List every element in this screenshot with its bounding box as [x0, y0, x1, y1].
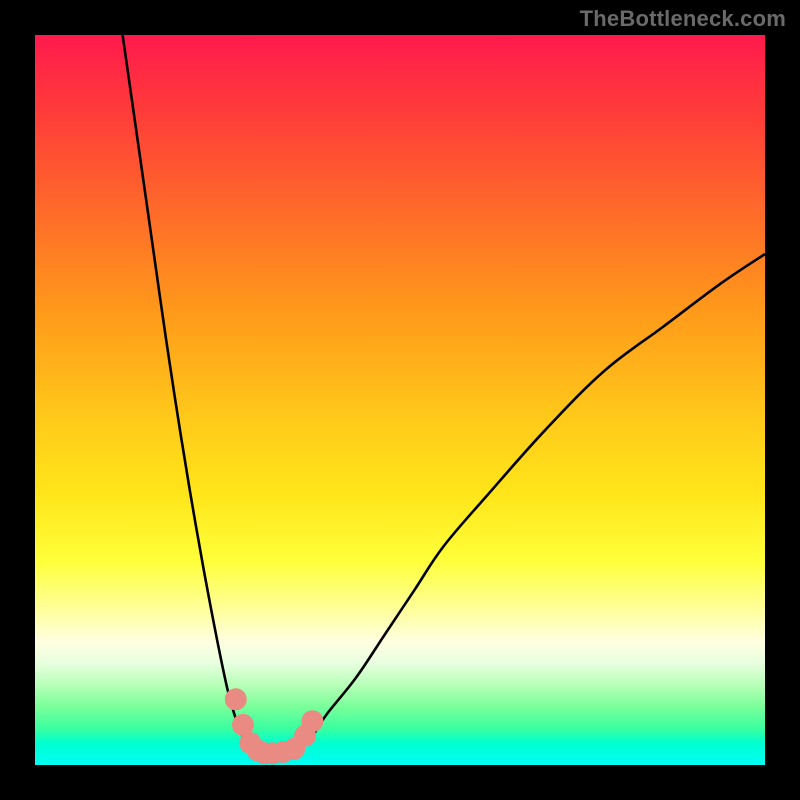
marker-point — [225, 688, 247, 710]
highlight-markers — [225, 688, 324, 764]
watermark-text: TheBottleneck.com — [580, 6, 786, 32]
series-right-branch — [298, 254, 765, 750]
line-left-branch — [123, 35, 254, 750]
marker-point — [301, 710, 323, 732]
curve-layer — [35, 35, 765, 765]
chart-frame: TheBottleneck.com — [0, 0, 800, 800]
line-right-branch — [298, 254, 765, 750]
plot-area — [35, 35, 765, 765]
series-left-branch — [123, 35, 254, 750]
